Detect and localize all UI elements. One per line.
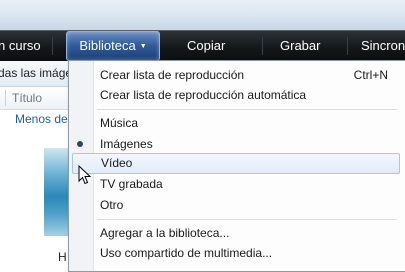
menu-item-label: Agregar a la biblioteca... xyxy=(100,226,230,240)
column-header-title[interactable]: Título xyxy=(12,91,42,105)
nav-separator xyxy=(262,37,263,55)
menu-separator xyxy=(97,219,397,220)
menu-item-label: Crear lista de reproducción automática xyxy=(100,88,307,102)
filter-text[interactable]: das las imágen xyxy=(0,66,79,80)
menu-item-tv-grabada[interactable]: TV grabada xyxy=(93,174,400,194)
menu-item-crear-lista-auto[interactable]: Crear lista de reproducción automática xyxy=(93,85,400,105)
menu-item-label: TV grabada xyxy=(100,177,163,191)
menu-item-video[interactable]: Vídeo xyxy=(72,153,400,174)
menu-item-label: Uso compartido de multimedia... xyxy=(100,246,273,260)
tab-label: Sincroni xyxy=(361,38,405,53)
menu-item-agregar-biblioteca[interactable]: Agregar a la biblioteca... xyxy=(93,223,400,243)
menu-item-uso-compartido[interactable]: Uso compartido de multimedia... xyxy=(93,243,400,263)
tab-label: n curso xyxy=(0,38,41,53)
filter-toolbar: das las imágen xyxy=(0,61,79,87)
menu-item-label: Vídeo xyxy=(101,156,133,170)
tab-label: Biblioteca xyxy=(79,38,136,53)
menu-item-otro[interactable]: Otro xyxy=(93,195,400,215)
menu-item-shortcut: Ctrl+N xyxy=(353,68,388,82)
tab-label: Grabar xyxy=(280,38,321,53)
nav-separator xyxy=(52,37,53,55)
menu-item-label: Música xyxy=(100,116,139,130)
menu-item-crear-lista[interactable]: Crear lista de reproducción Ctrl+N xyxy=(93,65,400,85)
menu-item-imagenes[interactable]: Imágenes xyxy=(93,134,400,154)
menu-separator xyxy=(97,109,397,110)
group-link[interactable]: Menos de xyxy=(15,112,68,126)
tab-now-playing[interactable]: n curso xyxy=(0,31,41,61)
mouse-pointer-icon xyxy=(78,165,92,185)
media-thumbnail[interactable] xyxy=(44,148,68,236)
tab-sincronizar[interactable]: Sincroni xyxy=(361,31,405,61)
nav-separator xyxy=(347,37,348,55)
column-divider[interactable] xyxy=(5,90,6,106)
biblioteca-dropdown-menu: Crear lista de reproducción Ctrl+N Crear… xyxy=(68,60,405,272)
menu-item-label: Otro xyxy=(100,198,124,212)
radio-dot-icon xyxy=(77,141,83,147)
tab-grabar[interactable]: Grabar xyxy=(280,31,320,61)
tab-copiar[interactable]: Copiar xyxy=(187,31,225,61)
tab-label: Copiar xyxy=(187,38,226,53)
chevron-down-icon[interactable]: ▼ xyxy=(140,43,147,50)
thumbnail-caption: H xyxy=(58,250,67,264)
nav-bar: n curso Biblioteca ▼ Copiar Grabar Sincro… xyxy=(0,30,405,61)
column-header[interactable]: Título xyxy=(0,87,70,110)
tab-biblioteca[interactable]: Biblioteca ▼ xyxy=(66,31,160,61)
menu-item-musica[interactable]: Música xyxy=(93,113,400,133)
menu-item-label: Crear lista de reproducción xyxy=(100,68,245,82)
menu-item-label: Imágenes xyxy=(100,137,153,151)
window-glass-frame xyxy=(0,0,405,30)
